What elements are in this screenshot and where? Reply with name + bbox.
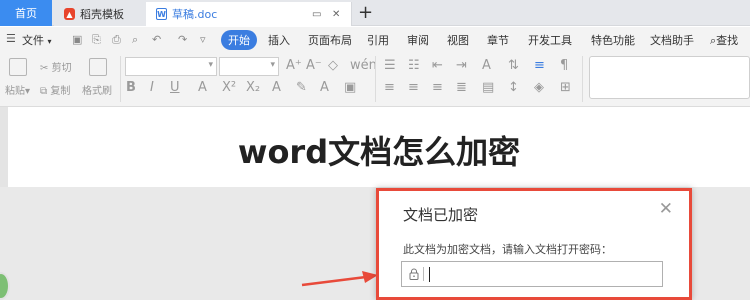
ribbon-divider <box>375 56 376 102</box>
ribbon-divider <box>582 56 583 102</box>
tab-home[interactable]: 首页 <box>0 0 52 26</box>
menu-view[interactable]: 视图 <box>447 32 469 48</box>
subscript-icon[interactable]: X₂ <box>246 80 260 95</box>
pinyin-icon[interactable]: wén <box>350 58 377 73</box>
font-name-select[interactable]: ▾ <box>125 57 217 76</box>
distribute-icon[interactable]: ▤ <box>482 80 494 95</box>
paste-icon[interactable] <box>9 58 27 76</box>
style-gallery[interactable] <box>589 56 750 99</box>
dialog-title: 文档已加密 <box>403 206 479 224</box>
print-icon[interactable]: ⎙ <box>112 33 121 47</box>
chevron-down-icon: ▾ <box>270 60 275 70</box>
close-tab-icon[interactable]: ✕ <box>332 9 340 20</box>
input-divider <box>423 267 424 281</box>
clear-format-icon[interactable]: ◇ <box>328 58 338 73</box>
paste-label: 粘贴 <box>5 86 25 97</box>
lock-icon <box>409 268 419 280</box>
pointer-arrow-icon <box>301 271 378 287</box>
search-button[interactable]: ⌕查找 <box>710 32 738 48</box>
undo-icon[interactable]: ↶ <box>152 33 161 46</box>
ribbon-toolbar: 粘贴▾ ✂ 剪切 ⧉ 复制 格式刷 ▾ ▾ A⁺ A⁻ ◇ wén B I U … <box>0 52 750 107</box>
numbered-list-icon[interactable]: ☷ <box>408 58 420 73</box>
borders-icon[interactable]: ⊞ <box>560 80 571 95</box>
menu-home[interactable]: 开始 <box>221 30 257 50</box>
scissors-icon: ✂ <box>40 63 49 74</box>
char-shading-icon[interactable]: ▣ <box>344 80 356 95</box>
format-painter-icon <box>89 58 107 76</box>
text-effect-icon[interactable]: A <box>272 80 281 95</box>
tab-template[interactable]: ▲ 稻壳模板 <box>54 2 146 26</box>
menu-chapter[interactable]: 章节 <box>487 32 509 48</box>
quick-access-more-icon[interactable]: ▿ <box>200 33 206 46</box>
tab-document[interactable]: W 草稿.doc ▭ ✕ <box>146 2 352 26</box>
menu-file[interactable]: 文件 ▾ <box>22 32 52 48</box>
font-color-icon[interactable]: A <box>198 80 207 95</box>
line-spacing-icon[interactable]: ≡ <box>534 58 545 73</box>
italic-icon[interactable]: I <box>150 80 154 95</box>
menu-page-layout[interactable]: 页面布局 <box>308 32 352 48</box>
wps-template-icon: ▲ <box>64 8 75 20</box>
increase-font-icon[interactable]: A⁺ <box>286 58 302 73</box>
new-tab-button[interactable]: + <box>358 2 373 23</box>
dialog-message: 此文档为加密文档，请输入文档打开密码： <box>403 243 612 256</box>
menu-insert[interactable]: 插入 <box>268 32 290 48</box>
export-pdf-icon[interactable]: ⎘ <box>92 33 101 47</box>
document-heading: word文档怎么加密 <box>237 133 521 171</box>
text-caret <box>429 267 430 282</box>
password-input[interactable] <box>401 261 663 287</box>
menu-bar: ☰ 文件 ▾ ▣ ⎘ ⎙ ⌕ ↶ ↷ ▿ 开始 插入 页面布局 引用 审阅 视图… <box>0 27 750 52</box>
underline-icon[interactable]: U <box>170 80 180 95</box>
menu-references[interactable]: 引用 <box>367 32 389 48</box>
paragraph-spacing-icon[interactable]: ↕ <box>508 80 519 95</box>
redo-icon[interactable]: ↷ <box>178 33 187 46</box>
align-right-icon[interactable]: ≡ <box>432 80 443 95</box>
paste-button[interactable]: 粘贴▾ <box>5 82 30 97</box>
document-canvas: word文档怎么加密 <box>0 107 750 187</box>
copy-button[interactable]: ⧉ 复制 <box>40 82 70 97</box>
justify-icon[interactable]: ≣ <box>456 80 467 95</box>
bullet-list-icon[interactable]: ☰ <box>384 58 396 73</box>
menu-developer[interactable]: 开发工具 <box>528 32 572 48</box>
cut-button[interactable]: ✂ 剪切 <box>40 59 72 74</box>
tab-home-label: 首页 <box>15 7 37 20</box>
shading-icon[interactable]: ◈ <box>534 80 544 95</box>
font-size-select[interactable]: ▾ <box>219 57 279 76</box>
menu-features[interactable]: 特色功能 <box>591 32 635 48</box>
tab-bar: 首页 ▲ 稻壳模板 W 草稿.doc ▭ ✕ + <box>0 0 750 26</box>
close-icon[interactable]: ✕ <box>659 199 673 219</box>
word-doc-icon: W <box>156 8 167 20</box>
chevron-down-icon: ▾ <box>208 60 213 70</box>
copy-label: 复制 <box>50 86 71 97</box>
char-color-icon[interactable]: A <box>320 80 329 95</box>
ribbon-divider <box>120 56 121 102</box>
chinese-layout-icon[interactable]: A <box>482 58 491 73</box>
print-preview-icon[interactable]: ⌕ <box>132 33 138 47</box>
bold-icon[interactable]: B <box>126 80 136 95</box>
hamburger-icon[interactable]: ☰ <box>6 32 16 45</box>
highlight-icon[interactable]: ✎ <box>296 80 307 95</box>
decrease-font-icon[interactable]: A⁻ <box>306 58 322 73</box>
tab-template-label: 稻壳模板 <box>80 8 124 21</box>
align-left-icon[interactable]: ≡ <box>384 80 395 95</box>
chevron-down-icon: ▾ <box>47 37 52 46</box>
password-dialog: 文档已加密 ✕ 此文档为加密文档，请输入文档打开密码： <box>376 188 692 300</box>
window-restore-icon[interactable]: ▭ <box>312 9 321 20</box>
save-icon[interactable]: ▣ <box>72 33 82 46</box>
search-label: 查找 <box>716 34 739 47</box>
increase-indent-icon[interactable]: ⇥ <box>456 58 467 73</box>
cut-label: 剪切 <box>51 63 72 74</box>
copy-icon: ⧉ <box>40 86 48 97</box>
menu-review[interactable]: 审阅 <box>407 32 429 48</box>
document-page[interactable]: word文档怎么加密 <box>8 107 750 187</box>
sort-icon[interactable]: ⇅ <box>508 58 519 73</box>
menu-file-label: 文件 <box>22 34 44 47</box>
format-painter-button[interactable]: 格式刷 <box>82 82 112 97</box>
show-marks-icon[interactable]: ¶ <box>560 58 568 73</box>
align-center-icon[interactable]: ≡ <box>408 80 419 95</box>
decrease-indent-icon[interactable]: ⇤ <box>432 58 443 73</box>
menu-doc-assistant[interactable]: 文档助手 <box>650 32 694 48</box>
superscript-icon[interactable]: X² <box>222 80 236 95</box>
tab-document-label: 草稿.doc <box>172 8 218 21</box>
